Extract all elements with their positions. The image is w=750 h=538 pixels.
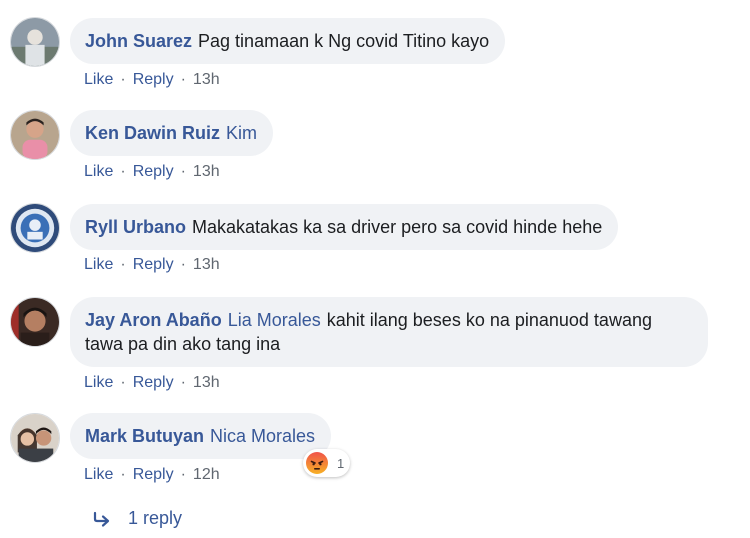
avatar[interactable] [10,297,60,347]
reply-arrow-icon [93,511,110,527]
comment-actions: Like · Reply · 12h [84,466,220,483]
comment-bubble: Ken Dawin Ruiz Kim [70,110,274,156]
comment-author[interactable]: John Suarez [85,31,192,51]
like-button[interactable]: Like [84,256,113,273]
reply-button[interactable]: Reply [133,374,174,391]
comment-text: Pag tinamaan k Ng covid Titino kayo [198,31,490,51]
comment-actions: Like · Reply · 13h [84,163,220,180]
comment-actions: Like · Reply · 13h [84,71,220,88]
angry-reaction-icon [306,452,328,474]
like-button[interactable]: Like [84,163,113,180]
comment-timestamp[interactable]: 13h [193,71,220,88]
reply-button[interactable]: Reply [133,466,174,483]
like-button[interactable]: Like [84,374,113,391]
comment-author[interactable]: Jay Aron Abaño [85,310,222,330]
like-button[interactable]: Like [84,71,113,88]
reaction-count: 1 [337,455,345,471]
comment-timestamp[interactable]: 12h [193,466,220,483]
comment-actions: Like · Reply · 13h [84,256,220,273]
avatar[interactable] [10,413,60,463]
comment-timestamp[interactable]: 13h [193,256,220,273]
replies-count-label[interactable]: 1 reply [128,508,182,529]
comment-author[interactable]: Ryll Urbano [85,217,186,237]
comment-bubble: Mark Butuyan Nica Morales [70,413,332,459]
avatar[interactable] [10,110,60,160]
reply-button[interactable]: Reply [133,256,174,273]
mention-link[interactable]: Nica Morales [210,426,315,446]
reply-button[interactable]: Reply [133,163,174,180]
comment-timestamp[interactable]: 13h [193,374,220,391]
comment-bubble: John Suarez Pag tinamaan k Ng covid Titin… [70,18,506,64]
avatar[interactable] [10,203,60,253]
view-replies-link[interactable]: 1 reply [92,508,182,529]
comment-author[interactable]: Ken Dawin Ruiz [85,123,220,143]
avatar[interactable] [10,17,60,67]
comment-author[interactable]: Mark Butuyan [85,426,204,446]
mention-link[interactable]: Lia Morales [228,310,321,330]
reaction-summary[interactable]: 1 [303,449,351,477]
comment-bubble: Jay Aron Abaño Lia Morales kahit ilang bes… [70,297,708,367]
comment-timestamp[interactable]: 13h [193,163,220,180]
comment-bubble: Ryll Urbano Makakatakas ka sa driver pero… [70,204,619,250]
reply-button[interactable]: Reply [133,71,174,88]
mention-link[interactable]: Kim [226,123,257,143]
comment-text: Makakatakas ka sa driver pero sa covid h… [192,217,603,237]
comment-actions: Like · Reply · 13h [84,374,220,391]
like-button[interactable]: Like [84,466,113,483]
